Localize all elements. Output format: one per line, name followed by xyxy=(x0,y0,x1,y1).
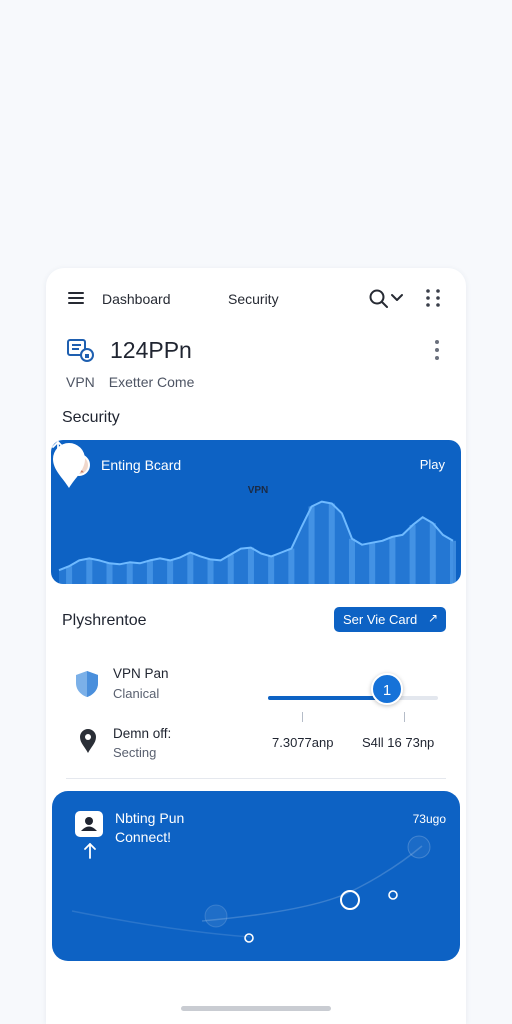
home-indicator[interactable] xyxy=(181,1006,331,1011)
connection-network-graphic xyxy=(71,835,431,943)
vpn-plan-title: VPN Pan xyxy=(113,666,169,681)
plan-slider-track[interactable] xyxy=(268,696,438,700)
account-title: 124PPn xyxy=(110,337,192,363)
grid-dots-icon[interactable] xyxy=(424,288,442,308)
account-sub-right: Exetter Come xyxy=(108,374,195,390)
chart-card-title: Enting Bcard xyxy=(101,457,182,473)
vpn-plan-subtitle: Clanical xyxy=(113,686,160,701)
chart-area xyxy=(59,501,453,584)
service-card-button-label: Ser Vie Card xyxy=(343,612,418,627)
vertical-dots-icon[interactable] xyxy=(432,338,442,362)
service-card-button[interactable]: Ser Vie Card ↗ xyxy=(334,607,446,632)
account-sub-left: VPN xyxy=(66,374,95,390)
expand-arrow-icon: ↗ xyxy=(427,611,438,625)
arrow-up-icon xyxy=(84,843,96,859)
location-value-left: 7.3077anp xyxy=(272,735,334,750)
tab-dashboard[interactable]: Dashboard xyxy=(102,291,171,307)
connect-card-subtitle: Connect! xyxy=(115,829,172,845)
plan-slider-knob[interactable]: 1 xyxy=(371,673,403,705)
shield-icon xyxy=(76,671,98,697)
account-subtitle: VPN Exetter Come xyxy=(66,374,194,390)
connect-badge: 73ugo xyxy=(412,812,446,826)
connect-card-title: Nbting Pun xyxy=(115,810,185,826)
location-pin-icon xyxy=(80,729,96,753)
top-bar: Dashboard Security xyxy=(46,282,466,316)
divider xyxy=(66,778,446,779)
user-square-icon[interactable] xyxy=(75,811,103,837)
vpn-pin-label: VPN xyxy=(247,485,269,496)
play-button[interactable]: Play xyxy=(420,457,445,472)
slider-tick xyxy=(302,712,303,722)
vpn-account-icon xyxy=(67,339,94,362)
slider-tick xyxy=(404,712,405,722)
hamburger-menu-icon[interactable] xyxy=(68,292,84,304)
security-chart-card[interactable]: Enting Bcard Play VPN xyxy=(51,440,461,584)
location-value-right: S4ll 16 73np xyxy=(362,735,435,750)
plan-slider-fill xyxy=(268,696,387,700)
location-subtitle: Secting xyxy=(113,745,157,760)
plan-section-title: Plyshrentoe xyxy=(62,612,147,629)
vpn-map-pin-icon[interactable] xyxy=(51,440,87,490)
search-icon[interactable] xyxy=(368,288,390,310)
location-title: Demn off: xyxy=(113,726,172,741)
chevron-down-icon[interactable] xyxy=(390,290,404,304)
security-section-title: Security xyxy=(62,409,120,426)
tab-security[interactable]: Security xyxy=(228,291,279,307)
main-card: Dashboard Security 124PPn VPN Exetter Com… xyxy=(46,268,466,1024)
connect-card[interactable]: Nbting Pun Connect! 73ugo xyxy=(52,791,460,961)
